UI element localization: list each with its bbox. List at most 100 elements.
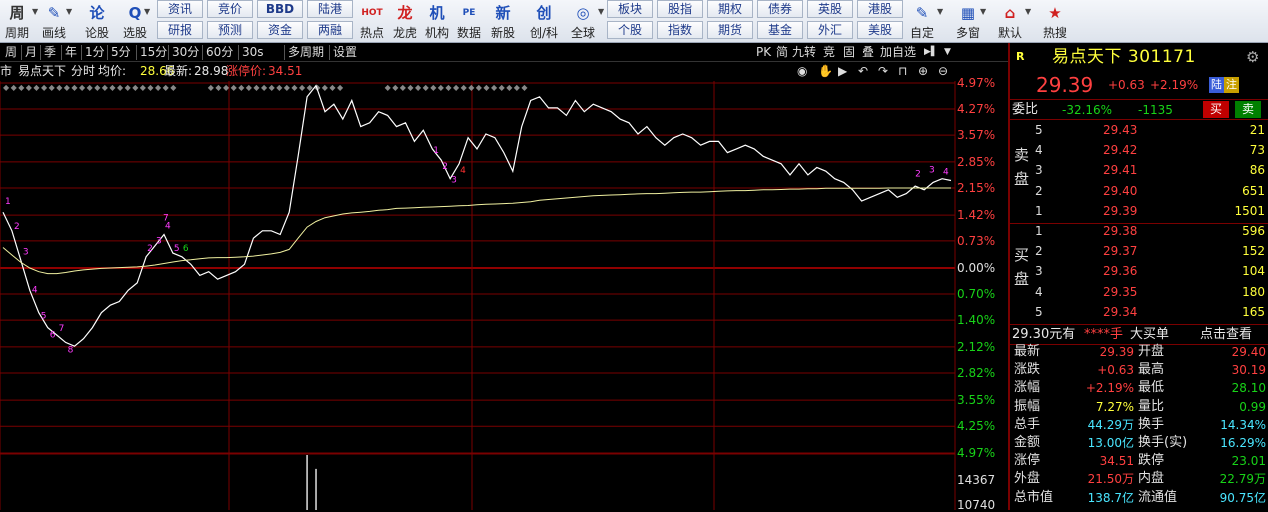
event-marker[interactable]: ◆ [392, 83, 399, 92]
event-marker[interactable]: ◆ [423, 83, 430, 92]
sell-order-row[interactable]: 5 29.43 21 [1035, 120, 1265, 140]
toolbar-institution-button[interactable]: 机机构 [420, 0, 454, 43]
hand-icon[interactable]: ✋ [818, 62, 833, 81]
event-marker[interactable]: ◆ [483, 83, 490, 92]
period-tab-6[interactable]: 15分 [140, 44, 167, 61]
event-marker[interactable]: ◆ [56, 83, 63, 92]
toolbar-tab-bottom-5[interactable]: 指数 [657, 21, 703, 39]
event-marker[interactable]: ◆ [140, 83, 147, 92]
chevron-down-icon[interactable]: ▼ [32, 4, 41, 20]
event-marker[interactable]: ◆ [117, 83, 124, 92]
sell-order-row[interactable]: 1 29.39 1501 [1035, 201, 1265, 221]
chevron-down-icon[interactable]: ▼ [937, 4, 946, 20]
event-marker[interactable]: ◆ [109, 83, 116, 92]
event-marker[interactable]: ◆ [94, 83, 101, 92]
event-marker[interactable]: ◆ [291, 83, 298, 92]
period-tab-7[interactable]: 30分 [172, 44, 199, 61]
chevron-down-icon[interactable]: ▼ [1025, 4, 1034, 20]
period-tab-8[interactable]: 60分 [206, 44, 233, 61]
event-marker[interactable]: ◆ [506, 83, 513, 92]
event-marker[interactable]: ◆ [521, 83, 528, 92]
event-marker[interactable]: ◆ [208, 83, 215, 92]
event-marker[interactable]: ◆ [170, 83, 177, 92]
buy-order-row[interactable]: 1 29.38 596 [1035, 221, 1265, 241]
buy-order-row[interactable]: 2 29.37 152 [1035, 241, 1265, 261]
gear-icon[interactable]: ⚙ [1246, 45, 1259, 69]
event-marker[interactable]: ◆ [147, 83, 154, 92]
event-marker[interactable]: ◆ [231, 83, 238, 92]
toolbar-tab-bottom-4[interactable]: 个股 [607, 21, 653, 39]
event-marker[interactable]: ◆ [276, 83, 283, 92]
zoom-in-icon[interactable]: ⊕ [918, 62, 928, 81]
chevron-down-icon[interactable]: ▼ [66, 4, 75, 20]
toolbar-tab-top-8[interactable]: 英股 [807, 0, 853, 18]
chevron-down-icon[interactable]: ▼ [980, 4, 989, 20]
toolbar-tab-top-9[interactable]: 港股 [857, 0, 903, 18]
collapse-panel-icon[interactable]: ▶▌ [924, 44, 938, 61]
event-marker[interactable]: ◆ [102, 83, 109, 92]
toolbar-global-button[interactable]: ◎ 全球 [566, 0, 600, 43]
event-marker[interactable]: ◆ [337, 83, 344, 92]
sell-button[interactable]: 卖 [1235, 101, 1261, 118]
intraday-chart[interactable]: ◆ ◆ ◆ ◆ ◆ ◆ ◆ ◆ ◆ ◆ ◆ ◆ ◆ ◆ ◆ ◆ ◆ ◆ ◆ ◆ ◆ ◆ ◆ ◆ ◆ ◆ ◆ ◆ ◆ ◆ ◆ ◆ ◆ ◆ ◆ ◆ ◆ ◆ ◆ ◆… [0, 81, 1008, 510]
period-tab-5[interactable]: 5分 [111, 44, 131, 61]
buy-order-row[interactable]: 4 29.35 180 [1035, 282, 1265, 302]
period-tab-3[interactable]: 年 [65, 44, 77, 61]
period-tab-11[interactable]: 设置 [333, 44, 357, 61]
event-marker[interactable]: ◆ [415, 83, 422, 92]
period-tab-1[interactable]: 月 [25, 44, 37, 61]
chevron-down-icon[interactable]: ▼ [944, 44, 951, 61]
event-marker[interactable]: ◆ [125, 83, 132, 92]
toolbar-default-button[interactable]: ⌂ 默认 [993, 0, 1027, 43]
period-tab-9[interactable]: 30s [242, 44, 264, 61]
lock-icon[interactable]: ⊓ [898, 62, 907, 81]
event-marker[interactable]: ◆ [3, 83, 10, 92]
buy-button[interactable]: 买 [1203, 101, 1229, 118]
event-marker[interactable]: ◆ [71, 83, 78, 92]
event-marker[interactable]: ◆ [64, 83, 71, 92]
toolbar-tab-top-3[interactable]: 陆港 [307, 0, 353, 18]
toolbar-tab-bottom-1[interactable]: 预测 [207, 21, 253, 39]
event-marker[interactable]: ◆ [445, 83, 452, 92]
undo-icon[interactable]: ↶ [858, 62, 868, 81]
toolbar-hot-button[interactable]: HOT 热点 [355, 0, 389, 43]
event-marker[interactable]: ◆ [269, 83, 276, 92]
period-tab-4[interactable]: 1分 [85, 44, 105, 61]
period-right-tab-1[interactable]: 简 [776, 44, 788, 61]
toolbar-hot-search-button[interactable]: ★ 热搜 [1038, 0, 1072, 43]
period-tab-0[interactable]: 周 [5, 44, 17, 61]
event-marker[interactable]: ◆ [87, 83, 94, 92]
toolbar-tab-bottom-3[interactable]: 两融 [307, 21, 353, 39]
event-marker[interactable]: ◆ [453, 83, 460, 92]
sell-order-row[interactable]: 3 29.41 86 [1035, 160, 1265, 180]
period-tab-2[interactable]: 季 [44, 44, 56, 61]
zhu-badge[interactable]: 注 [1224, 77, 1239, 93]
event-marker[interactable]: ◆ [329, 83, 336, 92]
event-marker[interactable]: ◆ [18, 83, 25, 92]
event-marker[interactable]: ◆ [155, 83, 162, 92]
period-right-tab-0[interactable]: PK [756, 44, 771, 61]
event-marker[interactable]: ◆ [238, 83, 245, 92]
toolbar-tab-bottom-6[interactable]: 期货 [707, 21, 753, 39]
event-marker[interactable]: ◆ [499, 83, 506, 92]
toolbar-tab-top-6[interactable]: 期权 [707, 0, 753, 18]
event-marker[interactable]: ◆ [299, 83, 306, 92]
toolbar-tab-top-7[interactable]: 债券 [757, 0, 803, 18]
period-right-tab-5[interactable]: 叠 [862, 44, 874, 61]
toolbar-tab-top-2[interactable]: BBD [257, 0, 303, 18]
event-marker[interactable]: ◆ [476, 83, 483, 92]
toolbar-ipo-button[interactable]: 新新股 [486, 0, 520, 43]
event-marker[interactable]: ◆ [41, 83, 48, 92]
event-marker[interactable]: ◆ [322, 83, 329, 92]
event-marker[interactable]: ◆ [261, 83, 268, 92]
event-marker[interactable]: ◆ [461, 83, 468, 92]
toolbar-tab-top-0[interactable]: 资讯 [157, 0, 203, 18]
event-marker[interactable]: ◆ [49, 83, 56, 92]
event-marker[interactable]: ◆ [11, 83, 18, 92]
sell-order-row[interactable]: 2 29.40 651 [1035, 181, 1265, 201]
event-marker[interactable]: ◆ [26, 83, 33, 92]
event-marker[interactable]: ◆ [253, 83, 260, 92]
event-marker[interactable]: ◆ [400, 83, 407, 92]
toolbar-tab-top-1[interactable]: 竞价 [207, 0, 253, 18]
event-marker[interactable]: ◆ [163, 83, 170, 92]
